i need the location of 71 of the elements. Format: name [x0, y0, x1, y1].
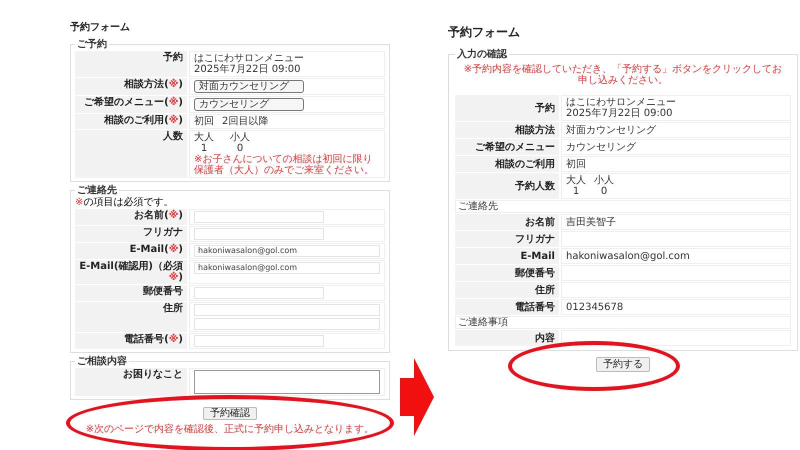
- field-label: 人数: [75, 130, 187, 178]
- field-value: カウンセリング: [566, 142, 637, 153]
- people-label: 小人: [594, 175, 614, 186]
- field-label: 郵便番号: [75, 285, 187, 301]
- input-field[interactable]: hakoniwasalon@gol.com: [194, 262, 380, 274]
- field-label: 内容: [455, 330, 559, 346]
- input-field[interactable]: [194, 304, 380, 316]
- field-label: 相談方法(※): [75, 78, 187, 95]
- field-value: はこにわサロンメニュー: [194, 53, 305, 64]
- people-label: 大人: [194, 132, 214, 143]
- field-label: フリガナ: [455, 231, 559, 248]
- people-label: 大人: [566, 175, 586, 186]
- input-field[interactable]: [194, 335, 324, 347]
- form-title: 予約フォーム: [70, 22, 131, 33]
- field-value: 012345678: [566, 302, 624, 313]
- field-label: E-Mail: [455, 248, 559, 264]
- field-label: 予約人数: [455, 173, 559, 200]
- select-field[interactable]: カウンセリング: [194, 98, 304, 111]
- field-label: ご希望のメニュー(※): [75, 96, 187, 113]
- input-field[interactable]: [194, 228, 324, 240]
- field-label: フリガナ: [75, 226, 187, 242]
- confirm-button[interactable]: 予約確認: [203, 407, 257, 420]
- arrow-icon: [400, 358, 434, 436]
- input-field[interactable]: [194, 318, 380, 330]
- section-legend: ご連絡先: [75, 185, 119, 196]
- field-value: はこにわサロンメニュー: [566, 97, 677, 108]
- field-value: 対面カウンセリング: [566, 124, 657, 136]
- field-label: ご希望のメニュー: [455, 139, 559, 156]
- notice-text: ※予約内容を確認していただき、「予約する」ボタンをクリックしてお申し込みください。: [462, 62, 784, 88]
- field-label: 相談のご利用: [455, 156, 559, 172]
- field-label: 住所: [75, 302, 187, 332]
- field-label: 予約: [455, 95, 559, 122]
- section-heading: ご連絡先: [455, 200, 791, 214]
- input-field[interactable]: [194, 211, 324, 223]
- people-note: ※お子さんについての相談は初回に限り保護者（大人）のみでご来室ください。: [194, 154, 375, 176]
- section-legend: ご予約: [75, 39, 109, 50]
- field-label: 予約: [75, 51, 187, 77]
- field-value: 2025年7月22日 09:00: [566, 108, 674, 120]
- choice-option[interactable]: 初回: [194, 116, 214, 127]
- field-label: 電話番号(※): [75, 333, 187, 349]
- field-label: 相談方法: [455, 122, 559, 138]
- people-count: 1: [572, 186, 580, 198]
- text-area[interactable]: [194, 370, 380, 394]
- people-count[interactable]: 0: [236, 143, 244, 154]
- input-field[interactable]: [194, 287, 324, 299]
- people-count[interactable]: 1: [200, 143, 208, 154]
- reserve-button[interactable]: 予約する: [596, 357, 650, 372]
- field-label: 郵便番号: [455, 265, 559, 282]
- field-label: E-Mail(確認用)（必須 ※): [75, 260, 187, 284]
- field-label: 電話番号: [455, 299, 559, 316]
- field-label: お名前: [455, 214, 559, 230]
- section-legend: 入力の確認: [455, 49, 509, 60]
- field-value: hakoniwasalon@gol.com: [566, 250, 691, 262]
- field-label: お困りなこと: [75, 368, 187, 396]
- field-value: 2025年7月22日 09:00: [194, 64, 302, 75]
- people-label: 小人: [230, 132, 250, 143]
- required-note: ※の項目は必須です。: [75, 197, 174, 208]
- form-title: 予約フォーム: [448, 26, 521, 40]
- field-label: お名前(※): [75, 209, 187, 225]
- field-label: 住所: [455, 282, 559, 298]
- people-count: 0: [600, 186, 608, 198]
- select-field[interactable]: 対面カウンセリング: [194, 80, 304, 93]
- section-heading: ご連絡事項: [455, 316, 791, 330]
- field-label: E-Mail(※): [75, 243, 187, 259]
- field-value: 吉田美智子: [566, 216, 617, 228]
- input-field[interactable]: hakoniwasalon@gol.com: [194, 245, 380, 257]
- choice-option[interactable]: 2回目以降: [222, 116, 268, 127]
- field-label: 相談のご利用(※): [75, 114, 187, 129]
- section-legend: ご相談内容: [75, 356, 129, 367]
- footnote: ※次のページで内容を確認後、正式に予約申し込みとなります。: [84, 424, 376, 435]
- field-value: 初回: [566, 158, 587, 170]
